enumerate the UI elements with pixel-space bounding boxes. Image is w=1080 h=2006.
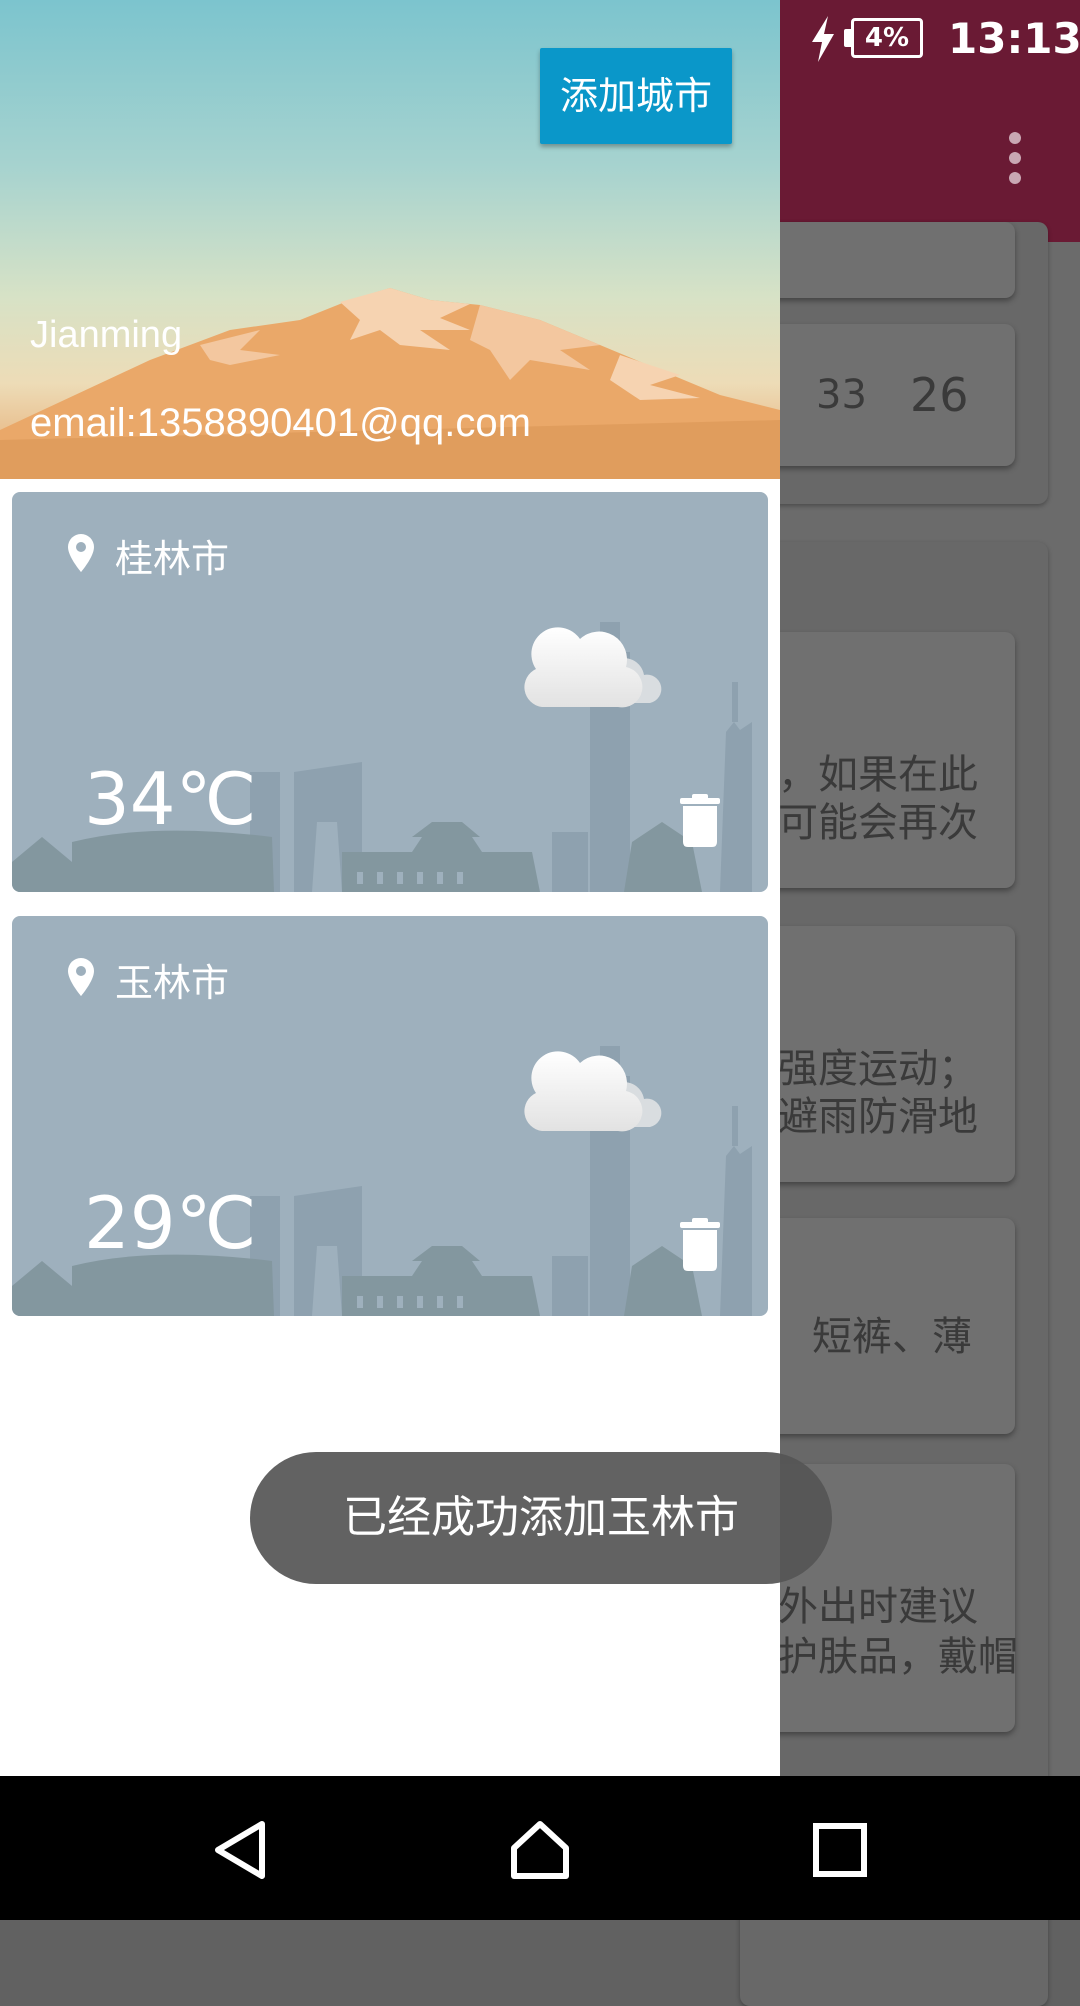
location-pin-icon xyxy=(66,956,96,1002)
clock: 13:13 xyxy=(948,14,1080,63)
suggestion-text: 可能会再次 xyxy=(778,800,978,846)
drawer-header: Jianming email:1358890401@qq.com 添加城市 xyxy=(0,0,780,479)
back-icon[interactable] xyxy=(210,1818,270,1886)
home-icon[interactable] xyxy=(508,1818,572,1886)
cloudy-icon xyxy=(522,1041,662,1145)
battery-terminal xyxy=(844,29,851,47)
suggestion-text: 护肤品，戴帽 xyxy=(778,1634,1018,1680)
high-temp: 33 xyxy=(816,372,867,418)
navigation-bar xyxy=(0,1776,1080,1920)
suggestion-card: 强度运动； 避雨防滑地 xyxy=(760,926,1015,1182)
low-temp: 26 xyxy=(910,368,969,422)
add-city-button[interactable]: 添加城市 xyxy=(540,48,732,144)
battery-indicator: 4% xyxy=(851,18,923,58)
toast-message: 已经成功添加玉林市 xyxy=(250,1452,832,1584)
user-email: email:1358890401@qq.com xyxy=(30,401,531,445)
suggestion-text: 强度运动； xyxy=(778,1046,978,1092)
city-card[interactable]: 桂林市 34℃ xyxy=(12,492,768,892)
suggestion-text: 短裤、薄 xyxy=(812,1314,972,1360)
delete-icon[interactable] xyxy=(680,792,720,852)
suggestion-text: 外出时建议 xyxy=(778,1584,978,1630)
city-name: 桂林市 xyxy=(115,537,230,581)
city-card[interactable]: 玉林市 29℃ xyxy=(12,916,768,1316)
city-temperature: 34℃ xyxy=(84,757,257,841)
more-options-icon[interactable] xyxy=(995,132,1035,192)
user-name: Jianming xyxy=(30,314,183,356)
delete-icon[interactable] xyxy=(680,1216,720,1276)
suggestion-text: 避雨防滑地 xyxy=(778,1094,978,1140)
forecast-row: 33 26 xyxy=(760,324,1015,466)
city-name: 玉林市 xyxy=(115,961,230,1005)
location-pin-icon xyxy=(66,532,96,578)
city-temperature: 29℃ xyxy=(84,1181,257,1265)
suggestion-card: ，如果在此 可能会再次 xyxy=(760,632,1015,888)
suggestion-card: 短裤、薄 xyxy=(760,1218,1015,1434)
charging-icon xyxy=(808,14,838,68)
recents-icon[interactable] xyxy=(812,1822,868,1882)
suggestion-text: ，如果在此 xyxy=(778,752,978,798)
cloudy-icon xyxy=(522,617,662,721)
forecast-row xyxy=(760,222,1015,298)
